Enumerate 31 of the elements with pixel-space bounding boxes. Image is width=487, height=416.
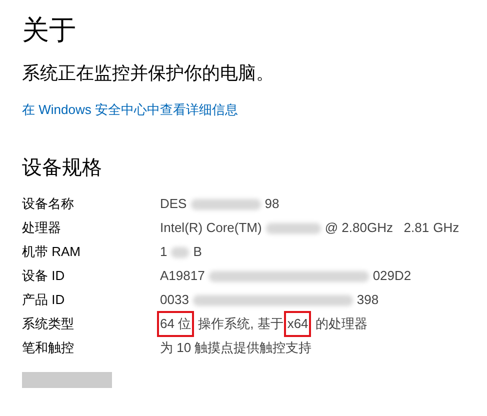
spec-label: 产品 ID (22, 291, 66, 309)
spec-value: x64 (287, 314, 308, 334)
spec-value: 98 (264, 195, 280, 213)
status-text: 系统正在监控并保护你的电脑。 (22, 62, 275, 85)
spec-value: 的处理器 (315, 315, 368, 333)
redaction-blur (190, 198, 261, 210)
spec-value: 操作系统, 基于 (198, 315, 284, 333)
spec-value: GHz (433, 219, 460, 237)
security-link[interactable]: 在 Windows 安全中心中查看详细信息 (22, 100, 238, 120)
spec-value: 64 位 (160, 314, 192, 334)
spec-label: 笔和触控 (22, 339, 75, 357)
spec-label: 处理器 (22, 219, 62, 237)
spec-value: DES (160, 195, 187, 213)
spec-value: Intel(R) Core(TM) (160, 219, 262, 237)
spec-value: 029D2 (372, 267, 412, 285)
spec-value: 为 10 触摸点提供触控支持 (160, 339, 312, 357)
spec-value: 1 (160, 243, 168, 261)
section-heading: 设备规格 (22, 156, 103, 181)
redaction-blur (266, 222, 321, 234)
page-title: 关于 (22, 14, 77, 47)
spec-value: B (193, 243, 202, 261)
spec-label: 设备 ID (22, 267, 66, 285)
spec-label: 系统类型 (22, 315, 75, 333)
spec-value: 0033 (160, 291, 189, 309)
spec-value: 398 (356, 291, 379, 309)
spec-value: @ 2.80GHz 2.81 (324, 219, 430, 237)
redaction-blur (171, 246, 190, 258)
spec-label: 设备名称 (22, 195, 75, 213)
spec-label: 机带 RAM (22, 243, 82, 261)
button[interactable] (22, 372, 112, 388)
spec-value: A19817 (160, 267, 205, 285)
